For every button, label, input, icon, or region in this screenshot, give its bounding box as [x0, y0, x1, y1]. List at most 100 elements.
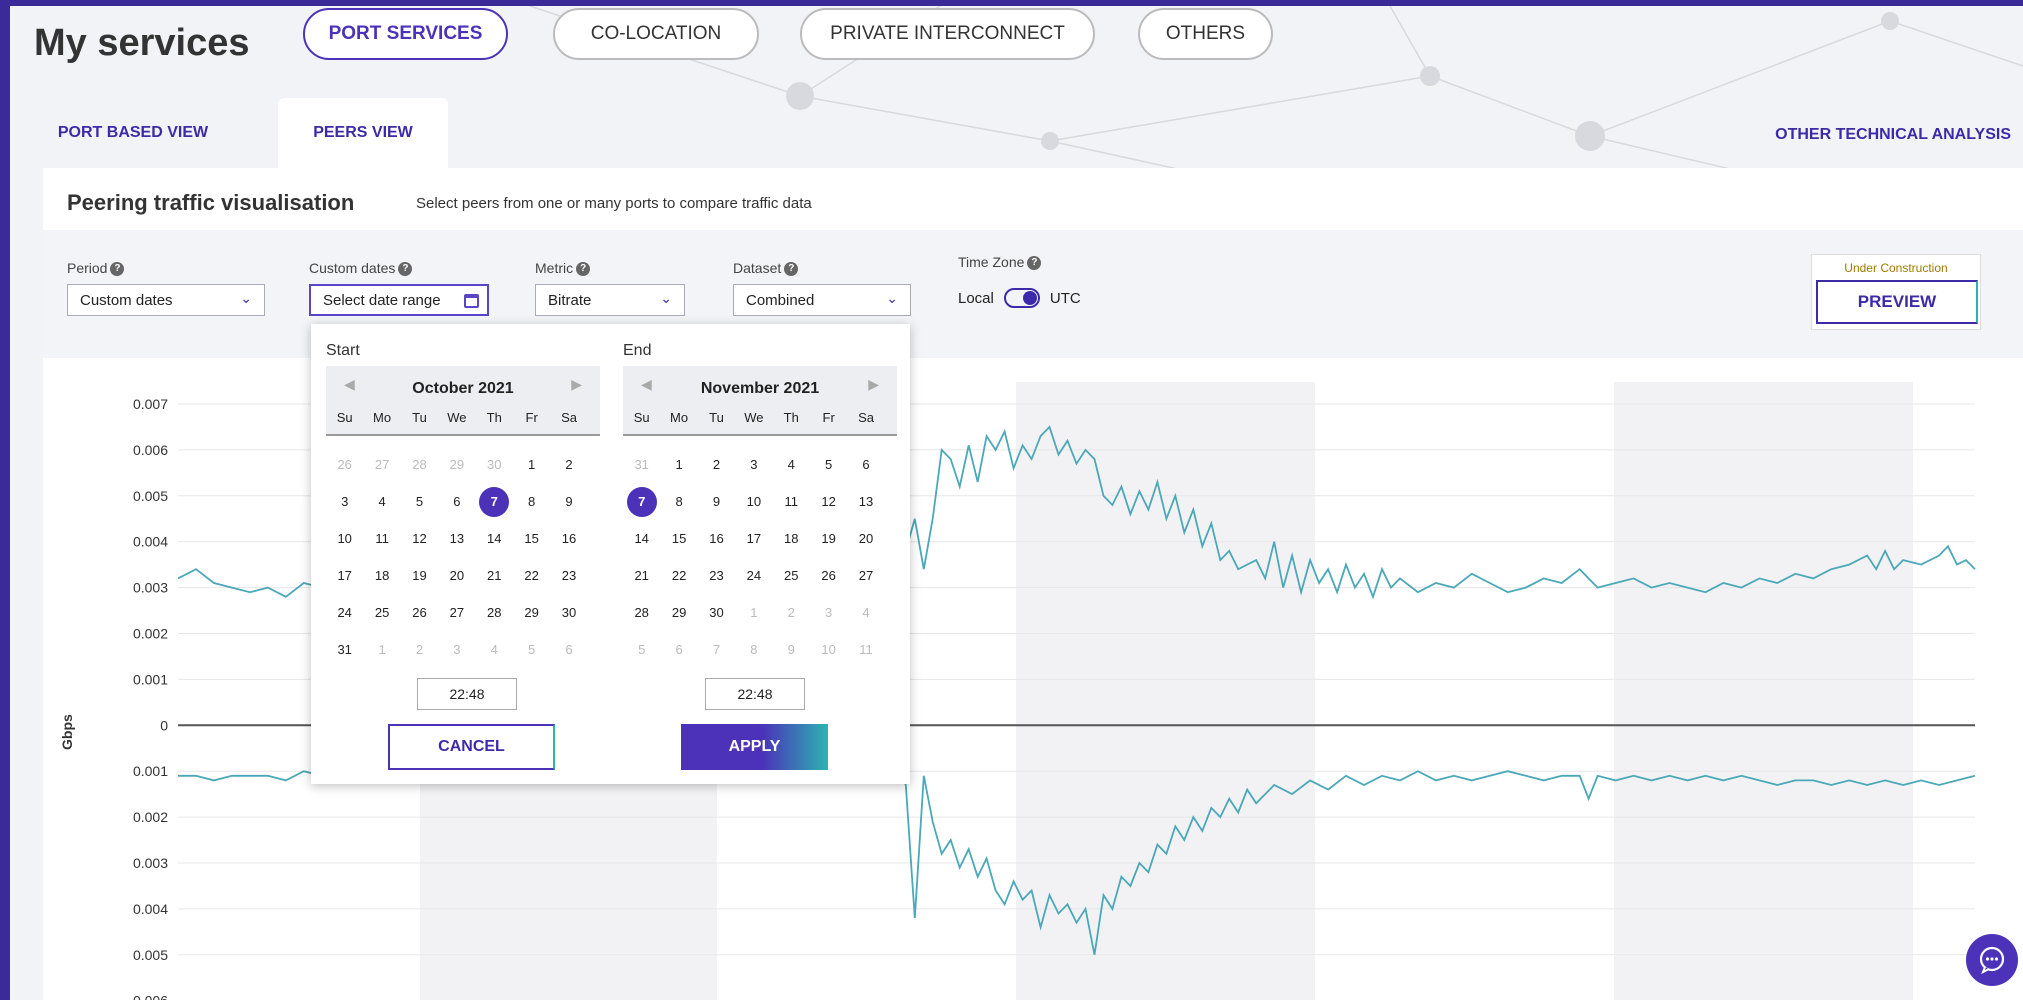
calendar-day[interactable]: 9 — [698, 483, 735, 520]
calendar-day[interactable]: 8 — [660, 483, 697, 520]
calendar-day[interactable]: 26 — [810, 557, 847, 594]
calendar-day[interactable]: 29 — [513, 594, 550, 631]
calendar-day[interactable]: 1 — [660, 446, 697, 483]
calendar-day[interactable]: 27 — [438, 594, 475, 631]
calendar-day[interactable]: 19 — [401, 557, 438, 594]
calendar-day[interactable]: 31 — [623, 446, 660, 483]
calendar-day-number: 9 — [712, 494, 721, 509]
calendar-day[interactable]: 5 — [810, 446, 847, 483]
calendar-day[interactable]: 2 — [401, 631, 438, 668]
calendar-day[interactable]: 8 — [735, 631, 772, 668]
calendar-day[interactable]: 6 — [847, 446, 884, 483]
calendar-day[interactable]: 30 — [550, 594, 587, 631]
calendar-day[interactable]: 1 — [513, 446, 550, 483]
calendar-day[interactable]: 5 — [401, 483, 438, 520]
calendar-day-selected[interactable]: 7 — [623, 483, 660, 520]
calendar-day[interactable]: 20 — [847, 520, 884, 557]
calendar-day[interactable]: 15 — [513, 520, 550, 557]
calendar-day[interactable]: 22 — [660, 557, 697, 594]
calendar-day[interactable]: 20 — [438, 557, 475, 594]
cancel-button[interactable]: CANCEL — [388, 724, 555, 770]
calendar-day[interactable]: 24 — [326, 594, 363, 631]
calendar-day[interactable]: 1 — [363, 631, 400, 668]
calendar-day[interactable]: 25 — [773, 557, 810, 594]
calendar-day[interactable]: 4 — [773, 446, 810, 483]
calendar-day[interactable]: 28 — [401, 446, 438, 483]
calendar-day[interactable]: 14 — [476, 520, 513, 557]
calendar-day[interactable]: 8 — [513, 483, 550, 520]
calendar-day[interactable]: 6 — [660, 631, 697, 668]
calendar-day-number: 4 — [787, 457, 795, 472]
calendar-day[interactable]: 3 — [810, 594, 847, 631]
calendar-day[interactable]: 31 — [326, 631, 363, 668]
calendar-day[interactable]: 3 — [326, 483, 363, 520]
calendar-day[interactable]: 12 — [810, 483, 847, 520]
calendar-day[interactable]: 2 — [773, 594, 810, 631]
chat-button[interactable] — [1966, 934, 2018, 986]
calendar-day[interactable]: 13 — [438, 520, 475, 557]
calendar-day[interactable]: 11 — [363, 520, 400, 557]
calendar-day[interactable]: 9 — [550, 483, 587, 520]
calendar-day[interactable]: 12 — [401, 520, 438, 557]
calendar-day[interactable]: 22 — [513, 557, 550, 594]
calendar-day[interactable]: 10 — [735, 483, 772, 520]
calendar-day[interactable]: 19 — [810, 520, 847, 557]
calendar-day[interactable]: 26 — [401, 594, 438, 631]
calendar-day-number: 24 — [337, 605, 352, 620]
calendar-day[interactable]: 16 — [550, 520, 587, 557]
calendar-week: 31 1 2 3 4 5 6 — [623, 446, 897, 483]
calendar-day[interactable]: 15 — [660, 520, 697, 557]
calendar-day[interactable]: 5 — [513, 631, 550, 668]
apply-button[interactable]: APPLY — [681, 724, 828, 770]
calendar-day[interactable]: 30 — [698, 594, 735, 631]
calendar-day[interactable]: 23 — [698, 557, 735, 594]
calendar-day-number: 14 — [487, 531, 502, 546]
calendar-day[interactable]: 11 — [773, 483, 810, 520]
calendar-day[interactable]: 11 — [847, 631, 884, 668]
calendar-day[interactable]: 17 — [326, 557, 363, 594]
calendar-day[interactable]: 29 — [660, 594, 697, 631]
calendar-day[interactable]: 28 — [623, 594, 660, 631]
calendar-day[interactable]: 4 — [363, 483, 400, 520]
calendar-day[interactable]: 7 — [698, 631, 735, 668]
calendar-day[interactable]: 29 — [438, 446, 475, 483]
calendar-day[interactable]: 2 — [550, 446, 587, 483]
calendar-day[interactable]: 3 — [438, 631, 475, 668]
calendar-day[interactable]: 17 — [735, 520, 772, 557]
calendar-day-number: 7 — [712, 642, 721, 657]
calendar-day[interactable]: 18 — [363, 557, 400, 594]
calendar-day[interactable]: 28 — [476, 594, 513, 631]
calendar-day[interactable]: 10 — [326, 520, 363, 557]
calendar-day[interactable]: 23 — [550, 557, 587, 594]
calendar-day[interactable]: 13 — [847, 483, 884, 520]
next-month-icon[interactable]: ▶ — [868, 376, 879, 393]
calendar-week: 7 8 9 10 11 12 13 — [623, 483, 897, 520]
calendar-day[interactable]: 24 — [735, 557, 772, 594]
calendar-day[interactable]: 26 — [326, 446, 363, 483]
calendar-day[interactable]: 10 — [810, 631, 847, 668]
calendar-day[interactable]: 21 — [476, 557, 513, 594]
calendar-day[interactable]: 9 — [773, 631, 810, 668]
calendar-day[interactable]: 14 — [623, 520, 660, 557]
calendar-week: 31 1 2 3 4 5 6 — [326, 631, 600, 668]
calendar-day[interactable]: 4 — [476, 631, 513, 668]
start-time-input[interactable]: 22:48 — [417, 678, 517, 710]
calendar-day[interactable]: 27 — [363, 446, 400, 483]
calendar-day[interactable]: 21 — [623, 557, 660, 594]
calendar-day[interactable]: 30 — [476, 446, 513, 483]
end-time-input[interactable]: 22:48 — [705, 678, 805, 710]
next-month-icon[interactable]: ▶ — [571, 376, 582, 393]
calendar-day[interactable]: 5 — [623, 631, 660, 668]
calendar-day[interactable]: 27 — [847, 557, 884, 594]
calendar-day[interactable]: 3 — [735, 446, 772, 483]
calendar-day[interactable]: 1 — [735, 594, 772, 631]
calendar-day[interactable]: 25 — [363, 594, 400, 631]
calendar-day-selected[interactable]: 7 — [476, 483, 513, 520]
calendar-day[interactable]: 4 — [847, 594, 884, 631]
y-tick-label: 0.005 — [133, 488, 168, 504]
calendar-day[interactable]: 6 — [550, 631, 587, 668]
calendar-day[interactable]: 2 — [698, 446, 735, 483]
calendar-day[interactable]: 16 — [698, 520, 735, 557]
calendar-day[interactable]: 18 — [773, 520, 810, 557]
calendar-day[interactable]: 6 — [438, 483, 475, 520]
